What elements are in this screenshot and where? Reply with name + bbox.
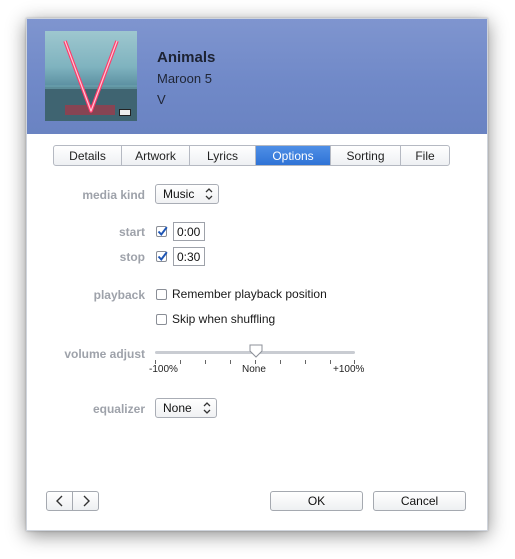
tab-details[interactable]: Details [54, 146, 122, 165]
tab-bar: Details Artwork Lyrics Options Sorting F… [53, 145, 450, 166]
tab-options[interactable]: Options [256, 146, 331, 165]
equalizer-value: None [163, 401, 192, 415]
slider-tick [230, 360, 231, 364]
get-info-window: Animals Maroon 5 V Details Artwork Lyric… [26, 18, 488, 531]
next-button[interactable] [72, 491, 99, 511]
tab-sorting[interactable]: Sorting [331, 146, 401, 165]
stop-label: stop [119, 250, 145, 264]
volume-slider-thumb[interactable] [248, 344, 264, 358]
media-kind-value: Music [163, 187, 195, 201]
checkmark-icon [157, 251, 168, 262]
cancel-button[interactable]: Cancel [373, 491, 466, 511]
skip-shuffling-checkbox[interactable] [156, 314, 167, 325]
remember-playback-label: Remember playback position [172, 287, 327, 301]
stop-checkbox[interactable] [156, 251, 168, 262]
skip-shuffling-label: Skip when shuffling [172, 312, 276, 326]
slider-tick [180, 360, 181, 364]
track-artist: Maroon 5 [157, 71, 212, 86]
chevron-updown-icon [203, 402, 211, 414]
chevron-updown-icon [205, 188, 213, 200]
album-artwork [45, 31, 137, 121]
ok-button[interactable]: OK [270, 491, 363, 511]
equalizer-select[interactable]: None [155, 398, 217, 418]
volume-max-label: +100% [333, 364, 365, 375]
slider-tick [330, 360, 331, 364]
tab-lyrics[interactable]: Lyrics [190, 146, 256, 165]
checkmark-icon [157, 226, 168, 237]
previous-button[interactable] [46, 491, 73, 511]
header: Animals Maroon 5 V [27, 19, 487, 134]
stop-time-field[interactable]: 0:30 [173, 247, 205, 266]
chevron-left-icon [55, 495, 62, 507]
media-kind-label: media kind [82, 188, 145, 202]
volume-adjust-label: volume adjust [64, 347, 145, 361]
track-title: Animals [157, 49, 216, 66]
volume-min-label: -100% [149, 364, 178, 375]
start-label: start [118, 225, 145, 239]
equalizer-label: equalizer [92, 402, 145, 416]
playback-label: playback [93, 288, 145, 302]
start-time-field[interactable]: 0:00 [173, 222, 205, 241]
media-kind-select[interactable]: Music [155, 184, 219, 204]
album-artwork-image [45, 40, 137, 121]
slider-tick [305, 360, 306, 364]
track-album: V [157, 92, 166, 107]
tab-artwork[interactable]: Artwork [122, 146, 190, 165]
start-checkbox[interactable] [156, 226, 168, 237]
slider-tick [280, 360, 281, 364]
remember-playback-checkbox[interactable] [156, 289, 167, 300]
tab-file[interactable]: File [401, 146, 449, 165]
chevron-right-icon [83, 495, 90, 507]
volume-mid-label: None [242, 364, 266, 375]
slider-tick [205, 360, 206, 364]
